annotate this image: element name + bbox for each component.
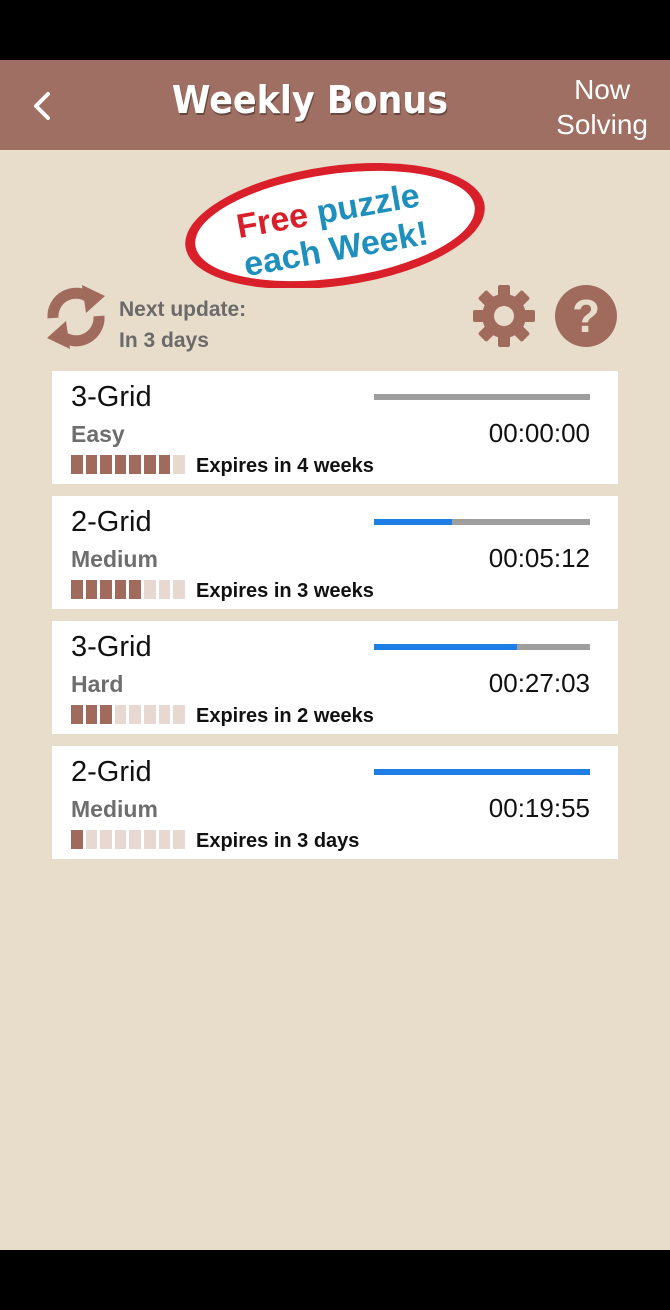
puzzle-time: 00:27:03 xyxy=(488,668,590,698)
expiry-segment xyxy=(85,580,98,599)
puzzle-time: 00:19:55 xyxy=(488,793,590,823)
puzzle-difficulty: Medium xyxy=(71,546,158,572)
progress-bar xyxy=(374,769,590,775)
expiry-segment xyxy=(143,830,156,849)
expiry-segment xyxy=(173,580,185,599)
expiry-meter xyxy=(71,830,185,849)
puzzle-card[interactable]: 2-Grid Medium 00:05:12 Expires in 3 week… xyxy=(52,496,618,609)
back-button[interactable] xyxy=(22,84,62,128)
expiry-segment xyxy=(173,830,185,849)
expiry-meter xyxy=(71,705,185,724)
now-solving-button[interactable]: Now Solving xyxy=(556,72,648,142)
expiry-segment xyxy=(71,455,83,474)
expiry-segment xyxy=(173,455,185,474)
expiry-segment xyxy=(129,705,141,724)
puzzle-expires: Expires in 3 weeks xyxy=(196,580,374,602)
help-icon[interactable]: ? xyxy=(554,284,618,348)
puzzle-difficulty: Easy xyxy=(71,421,125,447)
expiry-segment xyxy=(129,830,141,849)
main-content: Free puzzle each Week! Next update: In 3… xyxy=(0,150,670,1250)
expiry-segment xyxy=(100,705,112,724)
progress-bar xyxy=(374,519,590,525)
puzzle-card[interactable]: 3-Grid Easy 00:00:00 Expires in 4 weeks xyxy=(52,371,618,484)
puzzle-title: 2-Grid xyxy=(71,756,152,788)
expiry-segment xyxy=(71,580,83,599)
promo-badge: Free puzzle each Week! xyxy=(185,162,485,288)
expiry-segment xyxy=(71,705,83,724)
expiry-segment xyxy=(143,580,156,599)
expiry-segment xyxy=(158,580,171,599)
expiry-segment xyxy=(85,830,98,849)
expiry-segment xyxy=(158,455,171,474)
progress-bar xyxy=(374,394,590,400)
expiry-segment xyxy=(100,455,112,474)
expiry-segment xyxy=(114,455,127,474)
puzzle-expires: Expires in 2 weeks xyxy=(196,705,374,727)
expiry-segment xyxy=(158,830,171,849)
expiry-segment xyxy=(114,705,127,724)
next-update-label: Next update: xyxy=(119,298,247,321)
expiry-segment xyxy=(100,580,112,599)
puzzle-time: 00:00:00 xyxy=(488,418,590,448)
navigation-bar xyxy=(0,1250,670,1310)
chevron-left-icon xyxy=(34,92,50,120)
expiry-segment xyxy=(85,455,98,474)
next-update-text: Next update: In 3 days xyxy=(119,294,246,356)
progress-bar xyxy=(374,644,590,650)
expiry-segment xyxy=(173,705,185,724)
expiry-meter xyxy=(71,455,185,474)
puzzle-title: 2-Grid xyxy=(71,506,152,538)
expiry-segment xyxy=(85,705,98,724)
expiry-segment xyxy=(143,455,156,474)
next-update-value: In 3 days xyxy=(119,329,209,352)
gear-icon[interactable] xyxy=(472,284,536,348)
expiry-segment xyxy=(129,455,141,474)
puzzle-difficulty: Hard xyxy=(71,671,124,697)
nav-bar: Weekly Bonus Now Solving xyxy=(0,60,670,150)
now-solving-line2: Solving xyxy=(556,109,648,140)
puzzle-title: 3-Grid xyxy=(71,631,152,663)
expiry-segment xyxy=(143,705,156,724)
svg-text:?: ? xyxy=(572,290,600,342)
progress-fill xyxy=(374,769,590,775)
expiry-segment xyxy=(114,830,127,849)
expiry-segment xyxy=(71,830,83,849)
puzzle-difficulty: Medium xyxy=(71,796,158,822)
expiry-segment xyxy=(114,580,127,599)
expiry-segment xyxy=(129,580,141,599)
page-title: Weekly Bonus xyxy=(171,78,449,122)
progress-fill xyxy=(374,644,517,650)
expiry-segment xyxy=(100,830,112,849)
expiry-meter xyxy=(71,580,185,599)
puzzle-card[interactable]: 2-Grid Medium 00:19:55 Expires in 3 days xyxy=(52,746,618,859)
puzzle-title: 3-Grid xyxy=(71,381,152,413)
puzzle-expires: Expires in 4 weeks xyxy=(196,455,374,477)
update-row: Next update: In 3 days ? xyxy=(44,282,624,362)
puzzle-card[interactable]: 3-Grid Hard 00:27:03 Expires in 2 weeks xyxy=(52,621,618,734)
refresh-icon[interactable] xyxy=(44,282,108,350)
expiry-segment xyxy=(158,705,171,724)
now-solving-line1: Now xyxy=(574,74,631,105)
status-bar xyxy=(0,0,670,60)
puzzle-expires: Expires in 3 days xyxy=(196,830,360,852)
puzzle-time: 00:05:12 xyxy=(488,543,590,573)
progress-fill xyxy=(374,519,452,525)
